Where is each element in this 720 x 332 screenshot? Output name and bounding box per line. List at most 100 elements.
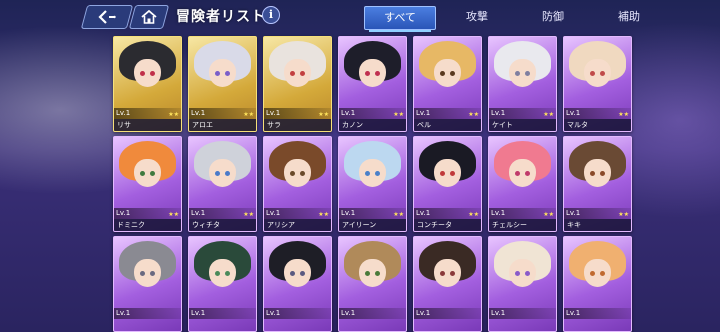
rarity-stars: ★★ xyxy=(318,111,329,118)
rarity-stars: ★★ xyxy=(468,111,479,118)
rarity-stars: ★★ xyxy=(618,211,629,218)
adventurer-card[interactable]: Lv.1 ★★ カノン xyxy=(338,36,407,132)
portrait-eye xyxy=(290,71,295,76)
back-button[interactable] xyxy=(80,5,134,29)
adventurer-card[interactable]: Lv.1 ★★ アイリーン xyxy=(338,136,407,232)
adventurer-name: キキ xyxy=(564,219,631,231)
adventurer-card[interactable]: Lv.1 ★★ チェルシー xyxy=(488,136,557,232)
adventurer-card[interactable]: Lv.1 ★★ コンチータ xyxy=(413,136,482,232)
adventurer-card[interactable]: Lv.1 ★★ キキ xyxy=(563,136,632,232)
portrait-face xyxy=(284,159,311,187)
portrait-face xyxy=(434,159,461,187)
portrait-face xyxy=(434,259,461,287)
adventurer-card[interactable]: Lv.1 ★★ ケイト xyxy=(488,36,557,132)
adventurer-name: コンチータ xyxy=(414,219,481,231)
tab-defense[interactable]: 防御 xyxy=(518,6,588,28)
adventurer-card[interactable]: Lv.1 xyxy=(413,236,482,332)
portrait-eye xyxy=(365,171,370,176)
portrait-eye xyxy=(375,271,380,276)
portrait-eye xyxy=(365,271,370,276)
adventurer-card[interactable]: Lv.1 ★★ ドミニク xyxy=(113,136,182,232)
portrait-eye xyxy=(590,271,595,276)
adventurer-card[interactable]: Lv.1 xyxy=(563,236,632,332)
level-label: Lv.1 xyxy=(189,308,256,319)
portrait-face xyxy=(509,259,536,287)
portrait-face xyxy=(284,259,311,287)
adventurer-card[interactable]: Lv.1 xyxy=(113,236,182,332)
portrait-eye xyxy=(225,271,230,276)
portrait-face xyxy=(434,59,461,87)
portrait-eye xyxy=(375,71,380,76)
rarity-stars: ★★ xyxy=(318,211,329,218)
tab-all[interactable]: すべて xyxy=(364,6,436,32)
adventurer-card[interactable]: Lv.1 ★★ リサ xyxy=(113,36,182,132)
adventurer-card[interactable]: Lv.1 xyxy=(488,236,557,332)
portrait-eye xyxy=(290,271,295,276)
adventurer-name: ウィチタ xyxy=(189,219,256,231)
adventurer-card[interactable]: Lv.1 xyxy=(188,236,257,332)
portrait-eye xyxy=(215,171,220,176)
adventurer-card[interactable]: Lv.1 ★★ マルタ xyxy=(563,36,632,132)
portrait-face xyxy=(359,259,386,287)
adventurer-card[interactable]: Lv.1 xyxy=(338,236,407,332)
level-label: Lv.1 xyxy=(489,308,556,319)
adventurer-name: カノン xyxy=(339,119,406,131)
portrait-eye xyxy=(300,71,305,76)
portrait-eye xyxy=(590,71,595,76)
adventurer-card[interactable]: Lv.1 ★★ サラ xyxy=(263,36,332,132)
portrait-face xyxy=(134,259,161,287)
tab-attack[interactable]: 攻撃 xyxy=(442,6,512,28)
portrait-face xyxy=(359,59,386,87)
portrait-face xyxy=(509,59,536,87)
portrait-eye xyxy=(440,171,445,176)
portrait-eye xyxy=(150,71,155,76)
info-icon[interactable]: i xyxy=(262,6,280,24)
portrait-eye xyxy=(525,271,530,276)
adventurer-card[interactable]: Lv.1 ★★ ベル xyxy=(413,36,482,132)
portrait-eye xyxy=(450,171,455,176)
portrait-eye xyxy=(140,271,145,276)
rarity-stars: ★★ xyxy=(393,211,404,218)
tab-support[interactable]: 補助 xyxy=(594,6,664,28)
rarity-stars: ★★ xyxy=(543,111,554,118)
portrait-eye xyxy=(525,171,530,176)
adventurer-card[interactable]: Lv.1 ★★ アロエ xyxy=(188,36,257,132)
rarity-stars: ★★ xyxy=(468,211,479,218)
adventurer-name: アイリーン xyxy=(339,219,406,231)
filter-tabs: すべて 攻撃 防御 補助 xyxy=(364,6,670,32)
adventurer-card[interactable]: Lv.1 ★★ アリシア xyxy=(263,136,332,232)
portrait-eye xyxy=(450,271,455,276)
rarity-stars: ★★ xyxy=(393,111,404,118)
portrait-eye xyxy=(215,271,220,276)
portrait-eye xyxy=(215,71,220,76)
home-icon xyxy=(141,10,157,24)
portrait-eye xyxy=(150,171,155,176)
portrait-face xyxy=(584,159,611,187)
level-label: Lv.1 xyxy=(114,308,181,319)
portrait-face xyxy=(359,159,386,187)
portrait-eye xyxy=(600,271,605,276)
rarity-stars: ★★ xyxy=(168,111,179,118)
page-title: 冒険者リスト xyxy=(176,9,266,25)
portrait-eye xyxy=(225,71,230,76)
portrait-eye xyxy=(515,71,520,76)
home-button[interactable] xyxy=(128,5,170,29)
portrait-face xyxy=(584,59,611,87)
adventurer-card[interactable]: Lv.1 ★★ ウィチタ xyxy=(188,136,257,232)
rarity-stars: ★★ xyxy=(243,111,254,118)
level-label: Lv.1 xyxy=(414,308,481,319)
adventurer-grid: Lv.1 ★★ リサ Lv.1 ★★ アロエ Lv.1 ★★ サラ Lv.1 ★★ カノン Lv.1 ★★… xyxy=(113,36,632,332)
portrait-eye xyxy=(440,71,445,76)
portrait-eye xyxy=(450,71,455,76)
portrait-eye xyxy=(440,271,445,276)
adventurer-card[interactable]: Lv.1 xyxy=(263,236,332,332)
header-bar: 冒険者リスト i すべて 攻撃 防御 補助 xyxy=(0,0,720,32)
level-label: Lv.1 xyxy=(339,308,406,319)
adventurer-name: アロエ xyxy=(189,119,256,131)
portrait-face xyxy=(209,259,236,287)
portrait-eye xyxy=(300,271,305,276)
level-label: Lv.1 xyxy=(264,308,331,319)
portrait-eye xyxy=(375,171,380,176)
adventurer-name: サラ xyxy=(264,119,331,131)
portrait-eye xyxy=(225,171,230,176)
